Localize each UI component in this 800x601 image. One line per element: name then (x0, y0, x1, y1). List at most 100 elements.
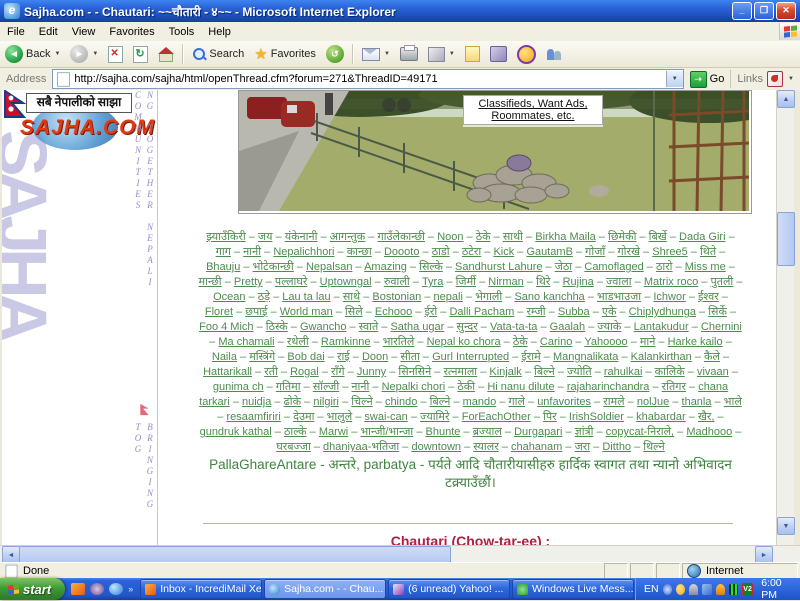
member-link[interactable]: Madhooo (686, 426, 732, 438)
member-link[interactable]: resaamfiriri (226, 411, 280, 423)
member-link[interactable]: राँगे (331, 366, 345, 378)
member-link[interactable]: Ocean (213, 291, 245, 303)
member-link[interactable]: Rogal (290, 366, 319, 378)
member-link[interactable]: भारतिले (383, 336, 415, 348)
minimize-button[interactable]: _ (732, 2, 752, 20)
member-link[interactable]: गाग (216, 246, 231, 258)
member-link[interactable]: unfavorites (537, 396, 591, 408)
member-link[interactable]: Gurl Interrupted (432, 351, 509, 363)
member-link[interactable]: बिर्खे (649, 231, 667, 243)
member-link[interactable]: Durgapari (514, 426, 562, 438)
member-link[interactable]: Hi nanu dilute (487, 381, 554, 393)
member-link[interactable]: सीता (400, 351, 419, 363)
member-link[interactable]: Harke kailo (668, 336, 723, 348)
messenger-quicklaunch-icon[interactable] (90, 583, 104, 595)
member-link[interactable]: रामले (603, 396, 624, 408)
member-link[interactable]: Chernini (701, 321, 742, 333)
member-link[interactable]: Bob dai (287, 351, 324, 363)
member-link[interactable]: ठिस्के (266, 321, 288, 333)
member-link[interactable]: पुतली (710, 276, 733, 288)
member-link[interactable]: घरबज्जा (276, 441, 311, 452)
member-link[interactable]: rajaharinchandra (567, 381, 650, 393)
home-button[interactable] (153, 42, 179, 66)
member-link[interactable]: ईरामे (521, 351, 540, 363)
stop-button[interactable] (103, 42, 128, 66)
member-link[interactable]: Doooto (384, 246, 419, 258)
member-link[interactable]: देउमा (293, 411, 314, 423)
member-link[interactable]: रतिगर (662, 381, 686, 393)
quicklaunch-overflow-icon[interactable]: » (128, 584, 133, 594)
sajha-com-logo[interactable]: SAJHA.COM (20, 116, 140, 140)
menu-tools[interactable]: Tools (162, 24, 202, 40)
member-link[interactable]: कान्छा (347, 246, 372, 258)
member-link[interactable]: Shree5 (652, 246, 687, 258)
member-link[interactable]: Gwancho (300, 321, 346, 333)
member-link[interactable]: नानी (243, 246, 261, 258)
member-link[interactable]: ठारो (656, 261, 673, 273)
scroll-down-icon[interactable]: ▼ (777, 517, 795, 535)
member-link[interactable]: गाउँलेकान्छी (377, 231, 425, 243)
member-link[interactable]: नानी (351, 381, 369, 393)
member-link[interactable]: कैले (704, 351, 720, 363)
task-button-yahoo[interactable]: (6 unread) Yahoo! ... (388, 579, 510, 599)
member-link[interactable]: रुवाली (384, 276, 410, 288)
member-link[interactable]: गोजाँ (585, 246, 605, 258)
member-link[interactable]: Bhunte (426, 426, 461, 438)
menu-help[interactable]: Help (201, 24, 238, 40)
member-link[interactable]: जेठा (555, 261, 572, 273)
member-link[interactable]: Rujina (563, 276, 594, 288)
member-link[interactable]: Mangnalikata (553, 351, 618, 363)
network-icon[interactable] (702, 584, 711, 595)
member-link[interactable]: chindo (385, 396, 417, 408)
member-link[interactable]: ठटेरा (462, 246, 481, 258)
member-link[interactable]: chahanam (511, 441, 562, 452)
member-link[interactable]: nepali (434, 291, 463, 303)
messenger-person-icon[interactable] (689, 584, 698, 595)
member-link[interactable]: Sandhurst Lahure (455, 261, 542, 273)
member-link[interactable]: भेगाली (475, 291, 502, 303)
member-link[interactable]: ठड़े (258, 291, 270, 303)
member-link[interactable]: सिले (345, 306, 363, 318)
member-link[interactable]: Gaalah (550, 321, 585, 333)
vertical-scrollbar[interactable]: ▲ ▼ (776, 90, 794, 545)
member-link[interactable]: गोरखे (617, 246, 640, 258)
member-link[interactable]: Bhauju (206, 261, 240, 273)
member-link[interactable]: बिल्ने (430, 396, 451, 408)
menu-edit[interactable]: Edit (32, 24, 65, 40)
member-link[interactable]: Dada Giri (679, 231, 725, 243)
search-button[interactable]: Search (187, 42, 249, 66)
start-button[interactable]: start (0, 578, 65, 600)
member-link[interactable]: ज्याके (597, 321, 621, 333)
member-link[interactable]: Pretty (234, 276, 263, 288)
member-link[interactable]: जरा (575, 441, 591, 452)
member-link[interactable]: मस्त्रिंगे (249, 351, 275, 363)
history-button[interactable]: ↺ (321, 42, 349, 66)
member-link[interactable]: Kalankirthan (631, 351, 692, 363)
member-link[interactable]: Kick (493, 246, 514, 258)
member-link[interactable]: Dalli Pacham (449, 306, 514, 318)
restore-button[interactable]: ❐ (754, 2, 774, 20)
task-button-live-messenger[interactable]: Windows Live Mess... (512, 579, 634, 599)
member-link[interactable]: ज्वाला (606, 276, 632, 288)
member-link[interactable]: copycat-निराले, (606, 426, 674, 438)
member-link[interactable]: nuidja (242, 396, 271, 408)
forward-button[interactable]: ► ▼ (65, 42, 103, 66)
member-link[interactable]: ढोके (284, 396, 302, 408)
back-dropdown-icon[interactable]: ▼ (54, 51, 60, 57)
member-link[interactable]: जय (258, 231, 273, 243)
close-button[interactable]: ✕ (776, 2, 796, 20)
member-link[interactable]: rahulkai (604, 366, 643, 378)
menu-file[interactable]: File (0, 24, 32, 40)
member-link[interactable]: थिल्ने (643, 441, 664, 452)
member-link[interactable]: Marwi (319, 426, 348, 438)
incredimail-smiley-icon[interactable] (676, 584, 685, 595)
member-link[interactable]: झ्याउँकिरी (206, 231, 245, 243)
member-link[interactable]: Satha ugar (390, 321, 444, 333)
menu-view[interactable]: View (65, 24, 103, 40)
member-link[interactable]: khabardar (636, 411, 686, 423)
menu-favorites[interactable]: Favorites (102, 24, 161, 40)
member-link[interactable]: GautamB (526, 246, 572, 258)
member-link[interactable]: Yahoooo (584, 336, 627, 348)
member-link[interactable]: भालुले (327, 411, 353, 423)
member-link[interactable]: ठेके (513, 336, 528, 348)
